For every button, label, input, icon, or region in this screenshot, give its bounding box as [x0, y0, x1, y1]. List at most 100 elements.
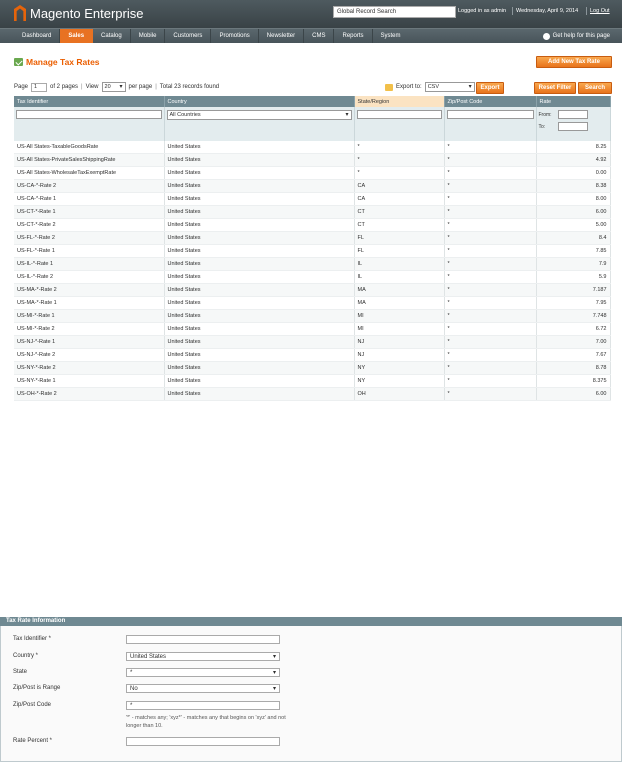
tax-rate-form: Tax Rate Information Tax Identifier * Co… — [0, 617, 622, 762]
nav-newsletter[interactable]: Newsletter — [259, 29, 305, 43]
table-row[interactable]: US-OH-*-Rate 2 United States OH * 6.00 — [14, 387, 611, 401]
form-section-title: Tax Rate Information — [0, 617, 622, 626]
cell-state: MI — [354, 322, 445, 336]
table-row[interactable]: US-NY-*-Rate 2 United States NY * 8.78 — [14, 361, 611, 375]
add-new-tax-rate-button[interactable]: Add New Tax Rate — [536, 56, 612, 68]
column-country[interactable]: Country — [164, 96, 355, 107]
search-button[interactable]: Search — [578, 82, 612, 94]
rate-from-input[interactable] — [557, 110, 588, 119]
cell-country: United States — [164, 166, 355, 180]
zip-range-select[interactable]: No — [126, 684, 280, 694]
export-label: Export to: — [396, 84, 422, 90]
table-row[interactable]: US-MI-*-Rate 2 United States MI * 6.72 — [14, 322, 611, 336]
cell-tax-identifier: US-All States-TaxableGoodsRate — [14, 141, 165, 154]
cell-country: United States — [164, 361, 355, 375]
table-row[interactable]: US-FL-*-Rate 1 United States FL * 7.85 — [14, 244, 611, 258]
zip-code-input[interactable]: * — [126, 701, 280, 710]
export-button[interactable]: Export — [476, 82, 504, 94]
cell-country: United States — [164, 283, 355, 297]
country-select[interactable]: United States — [126, 652, 280, 662]
table-row[interactable]: US-MA-*-Rate 2 United States MA * 7.187 — [14, 283, 611, 297]
cell-country: United States — [164, 153, 355, 167]
table-row[interactable]: US-CA-*-Rate 2 United States CA * 8.38 — [14, 179, 611, 193]
table-row[interactable]: US-All States-PrivateSalesShippingRate Un… — [14, 153, 611, 167]
rate-to-input[interactable] — [557, 122, 588, 131]
cell-rate: 7.9 — [536, 257, 611, 271]
cell-zip: * — [444, 257, 537, 271]
table-row[interactable]: US-CA-*-Rate 1 United States CA * 8.00 — [14, 192, 611, 206]
cell-tax-identifier: US-All States-WholesaleTaxExemptRate — [14, 166, 165, 180]
logout-link[interactable]: Log Out — [590, 8, 610, 14]
pager: Page 1 of 2 pages | View 20 per page | T… — [14, 82, 219, 92]
tax-identifier-label: Tax Identifier * — [13, 636, 52, 642]
cell-tax-identifier: US-CA-*-Rate 1 — [14, 192, 165, 206]
help-icon — [542, 32, 550, 40]
nav-promotions[interactable]: Promotions — [211, 29, 259, 43]
table-row[interactable]: US-All States-TaxableGoodsRate United Sta… — [14, 141, 611, 154]
table-row[interactable]: US-CT-*-Rate 1 United States CT * 6.00 — [14, 205, 611, 219]
cell-state: IL — [354, 257, 445, 271]
grid-body: US-All States-TaxableGoodsRate United Sta… — [14, 141, 611, 401]
reset-filter-button[interactable]: Reset Filter — [534, 82, 576, 94]
column-state-region[interactable]: State/Region — [354, 96, 445, 107]
export-format-select[interactable]: CSV — [424, 82, 475, 92]
cell-country: United States — [164, 296, 355, 310]
table-row[interactable]: US-NY-*-Rate 1 United States NY * 8.375 — [14, 374, 611, 388]
table-row[interactable]: US-MI-*-Rate 1 United States MI * 7.748 — [14, 309, 611, 323]
nav-mobile[interactable]: Mobile — [131, 29, 166, 43]
cell-rate: 7.95 — [536, 296, 611, 310]
table-row[interactable]: US-FL-*-Rate 2 United States FL * 8.4 — [14, 231, 611, 245]
cell-zip: * — [444, 335, 537, 349]
table-row[interactable]: US-NJ-*-Rate 2 United States NJ * 7.67 — [14, 348, 611, 362]
cell-zip: * — [444, 296, 537, 310]
table-row[interactable]: US-IL-*-Rate 2 United States IL * 5.9 — [14, 270, 611, 284]
table-row[interactable]: US-CT-*-Rate 2 United States CT * 5.00 — [14, 218, 611, 232]
column-rate[interactable]: Rate — [536, 96, 611, 107]
state-select[interactable]: * — [126, 668, 280, 678]
cell-zip: * — [444, 231, 537, 245]
cell-tax-identifier: US-MA-*-Rate 2 — [14, 283, 165, 297]
filter-state-input[interactable] — [356, 110, 442, 119]
cell-zip: * — [444, 153, 537, 167]
cell-country: United States — [164, 270, 355, 284]
nav-reports[interactable]: Reports — [334, 29, 373, 43]
filter-country-select[interactable]: All Countries — [166, 110, 352, 120]
cell-state: IL — [354, 270, 445, 284]
cell-state: FL — [354, 231, 445, 245]
nav-cms[interactable]: CMS — [304, 29, 335, 43]
help-link[interactable]: Get help for this page — [542, 29, 610, 43]
table-row[interactable]: US-NJ-*-Rate 1 United States NJ * 7.00 — [14, 335, 611, 349]
tax-identifier-input[interactable] — [126, 635, 280, 644]
cell-tax-identifier: US-NJ-*-Rate 2 — [14, 348, 165, 362]
nav-dashboard[interactable]: Dashboard — [0, 29, 61, 43]
nav-customers[interactable]: Customers — [165, 29, 212, 43]
zip-code-hint: '*' - matches any; 'xyz*' - matches any … — [126, 715, 286, 729]
cell-tax-identifier: US-FL-*-Rate 2 — [14, 231, 165, 245]
global-search-input[interactable]: Global Record Search — [333, 6, 456, 18]
rate-to-label: To: — [538, 123, 546, 130]
column-tax-identifier[interactable]: Tax Identifier — [14, 96, 165, 107]
filter-zip-input[interactable] — [446, 110, 534, 119]
table-row[interactable]: US-MA-*-Rate 1 United States MA * 7.95 — [14, 296, 611, 310]
cell-zip: * — [444, 270, 537, 284]
cell-tax-identifier: US-CT-*-Rate 2 — [14, 218, 165, 232]
table-row[interactable]: US-IL-*-Rate 1 United States IL * 7.9 — [14, 257, 611, 271]
filter-tax-identifier-input[interactable] — [16, 110, 162, 119]
table-row[interactable]: US-All States-WholesaleTaxExemptRate Unit… — [14, 166, 611, 180]
column-zip-post-code[interactable]: Zip/Post Code — [444, 96, 537, 107]
nav-system[interactable]: System — [373, 29, 409, 43]
cell-country: United States — [164, 374, 355, 388]
per-page-select[interactable]: 20 — [101, 82, 126, 92]
page-input[interactable]: 1 — [31, 82, 48, 92]
cell-state: NJ — [354, 335, 445, 349]
zip-range-label: Zip/Post is Range — [13, 685, 61, 691]
tax-rates-grid: Tax Identifier Country State/Region Zip/… — [14, 96, 611, 401]
cell-rate: 6.00 — [536, 387, 611, 401]
nav-catalog[interactable]: Catalog — [93, 29, 131, 43]
nav-sales[interactable]: Sales — [60, 29, 94, 43]
logo[interactable]: Magento Enterprise — [14, 5, 143, 21]
cell-rate: 4.92 — [536, 153, 611, 167]
per-page-label: per page — [128, 84, 153, 90]
records-count: Total 23 records found — [159, 84, 220, 90]
rate-percent-input[interactable] — [126, 737, 280, 746]
